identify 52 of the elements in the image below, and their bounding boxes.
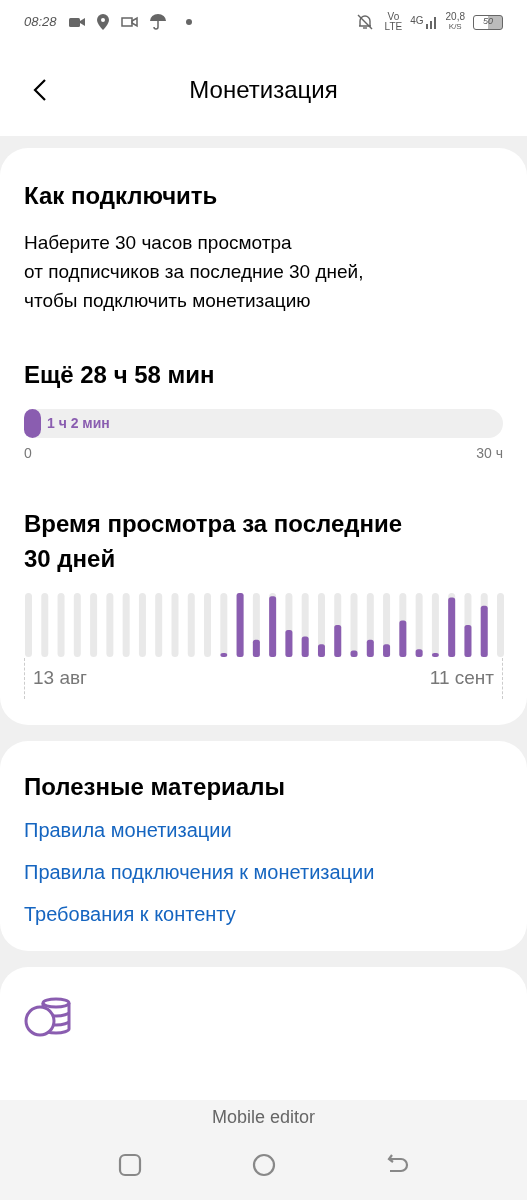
signal-icon <box>425 15 438 29</box>
coins-icon <box>24 996 72 1037</box>
description-text: Наберите 30 часов просмотра от подписчиков за последние 30 дней, чтобы подключить монетизацию <box>24 231 365 313</box>
chevron-left-icon <box>33 78 47 102</box>
chart-bar <box>480 593 488 657</box>
umbrella-icon <box>149 14 166 30</box>
date-label: 11 сент <box>429 666 494 690</box>
status-time: 08:28 <box>24 13 57 32</box>
recent-apps-button[interactable] <box>117 1153 142 1177</box>
date-label: 13 авг <box>33 666 87 690</box>
help-link[interactable]: Требования к контенту <box>24 898 236 929</box>
help-link[interactable]: Правила подключения к монетизации <box>24 856 375 887</box>
axis-label: 0 <box>24 444 32 463</box>
chart-bar <box>497 593 504 657</box>
help-link[interactable]: Правила монетизации <box>24 814 232 845</box>
chart-bar <box>448 593 456 657</box>
chart-bar <box>366 593 374 657</box>
app-label: Mobile editor <box>211 1106 316 1129</box>
chart-bar <box>431 593 439 657</box>
page-title: Монетизация <box>189 75 338 105</box>
video-camera-icon <box>120 16 138 28</box>
dot-icon <box>185 19 192 25</box>
chart-bar <box>269 593 277 657</box>
chart-bar <box>285 593 293 657</box>
home-button[interactable] <box>251 1153 276 1177</box>
speed-unit: K/S <box>448 22 462 32</box>
chart-bar <box>399 593 407 657</box>
progress-value: 1 ч 2 мин <box>47 414 110 433</box>
axis-label: 30 ч <box>476 444 503 463</box>
video-camera-icon <box>68 16 85 28</box>
chart-bar <box>252 593 260 657</box>
chart-bar <box>334 593 342 657</box>
chart-bar <box>350 593 358 657</box>
network-type-label: 4G <box>410 14 424 28</box>
battery-indicator: 50 <box>473 14 503 30</box>
section-title: Полезные материалы <box>24 771 286 802</box>
chart-bar <box>464 593 472 657</box>
chart-bar <box>301 593 309 657</box>
section-title: Как подключить <box>24 181 219 211</box>
chart-bar <box>220 593 228 657</box>
network-speed: 20,8 <box>445 12 465 22</box>
network-label: LTE <box>384 22 403 32</box>
remaining-time: Ещё 28 ч 58 мин <box>24 360 216 390</box>
chart-bar <box>236 593 244 657</box>
chart-bar <box>415 593 423 657</box>
chart-bar <box>25 593 32 657</box>
chart-title: Время просмотра за последние 30 дней <box>24 509 404 574</box>
muted-bell-icon <box>356 14 373 30</box>
location-pin-icon <box>96 14 109 30</box>
network-label: Vo <box>387 12 400 22</box>
chart-bar <box>383 593 391 657</box>
chart-bar <box>317 593 325 657</box>
